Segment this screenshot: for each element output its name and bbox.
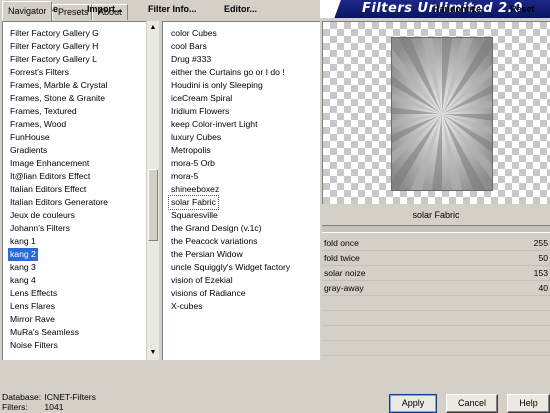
filter-item[interactable]: mora-5: [171, 170, 320, 183]
param-row-empty: [322, 326, 550, 341]
randomize-button[interactable]: Randomize: [433, 4, 481, 14]
category-item[interactable]: MuRa's Seamless: [10, 326, 159, 339]
category-item[interactable]: Frames, Marble & Crystal: [10, 79, 159, 92]
filter-list[interactable]: color Cubes cool Bars Drug #333 either the …: [162, 21, 320, 360]
param-label: fold twice: [324, 253, 360, 263]
category-item[interactable]: Gradients: [10, 144, 159, 157]
category-item[interactable]: Filter Factory Gallery L: [10, 53, 159, 66]
param-row-gray-away[interactable]: gray-away 40: [322, 281, 550, 296]
filters-key: Filters:: [2, 402, 28, 412]
scroll-thumb[interactable]: [148, 169, 158, 241]
param-row-fold-twice[interactable]: fold twice 50: [322, 251, 550, 266]
category-item[interactable]: Johann's Filters: [10, 222, 159, 235]
category-item[interactable]: Lens Effects: [10, 287, 159, 300]
param-row-empty: [322, 311, 550, 326]
category-item[interactable]: Image Enhancement: [10, 157, 159, 170]
param-label: solar noize: [324, 268, 366, 278]
filter-item[interactable]: the Peacock variations: [171, 235, 320, 248]
param-row-solar-noize[interactable]: solar noize 153: [322, 266, 550, 281]
category-item[interactable]: FunHouse: [10, 131, 159, 144]
filter-item[interactable]: Metropolis: [171, 144, 320, 157]
param-row-fold-once[interactable]: fold once 255: [322, 236, 550, 251]
filter-item[interactable]: either the Curtains go or I do !: [171, 66, 320, 79]
help-button[interactable]: Help: [507, 394, 550, 413]
category-item[interactable]: kang 3: [10, 261, 159, 274]
category-item[interactable]: Forrest's Filters: [10, 66, 159, 79]
cancel-button[interactable]: Cancel: [446, 394, 498, 413]
param-value: 50: [538, 253, 548, 263]
filter-item[interactable]: Drug #333: [171, 53, 320, 66]
category-item[interactable]: Frames, Stone & Granite: [10, 92, 159, 105]
category-item[interactable]: Filter Factory Gallery G: [10, 27, 159, 40]
editor-button[interactable]: Editor...: [224, 4, 257, 14]
param-value: 153: [533, 268, 548, 278]
filter-item[interactable]: luxury Cubes: [171, 131, 320, 144]
category-list[interactable]: Filter Factory Gallery G Filter Factory G…: [2, 21, 159, 360]
filter-item[interactable]: color Cubes: [171, 27, 320, 40]
apply-button[interactable]: Apply: [389, 394, 437, 413]
scroll-up-icon[interactable]: ▲: [147, 22, 159, 34]
preview-area: [322, 21, 550, 204]
category-item[interactable]: Noise Filters: [10, 339, 159, 352]
import-button[interactable]: Import...: [87, 4, 123, 14]
filter-item[interactable]: solar Fabric: [168, 195, 219, 210]
preview-image: [391, 37, 493, 191]
filter-info-button[interactable]: Filter Info...: [148, 4, 197, 14]
param-label: gray-away: [324, 283, 364, 293]
category-item[interactable]: Lens Flares: [10, 300, 159, 313]
filter-item[interactable]: keep Color-invert Light: [171, 118, 320, 131]
param-row-empty: [322, 341, 550, 356]
filter-item[interactable]: the Persian Widow: [171, 248, 320, 261]
filters-count: 1041: [44, 402, 64, 412]
filter-item[interactable]: mora-5 Orb: [171, 157, 320, 170]
category-item[interactable]: Italian Editors Effect: [10, 183, 159, 196]
category-scrollbar[interactable]: ▲ ▼: [146, 21, 159, 360]
filter-item[interactable]: Squaresville: [171, 209, 320, 222]
database-value: ICNET-Filters: [44, 392, 96, 402]
filter-name-label: solar Fabric: [412, 210, 460, 220]
filter-item[interactable]: X-cubes: [171, 300, 320, 313]
filter-item[interactable]: shineeboxez: [171, 183, 320, 196]
category-item[interactable]: Frames, Wood: [10, 118, 159, 131]
category-item[interactable]: Mirror Rave: [10, 313, 159, 326]
filter-item[interactable]: Iridium Flowers: [171, 105, 320, 118]
database-key: Database:: [2, 392, 42, 402]
filter-item[interactable]: uncle Squiggly's Widget factory: [171, 261, 320, 274]
filter-item[interactable]: the Grand Design (v.1c): [171, 222, 320, 235]
param-label: fold once: [324, 238, 359, 248]
category-item[interactable]: Jeux de couleurs: [10, 209, 159, 222]
tab-navigator[interactable]: Navigator: [2, 1, 52, 21]
filter-item[interactable]: cool Bars: [171, 40, 320, 53]
scroll-down-icon[interactable]: ▼: [147, 347, 159, 359]
category-item[interactable]: Filter Factory Gallery H: [10, 40, 159, 53]
filter-item[interactable]: iceCream Spiral: [171, 92, 320, 105]
category-item[interactable]: Frames, Textured: [10, 105, 159, 118]
filter-item[interactable]: Houdini is only Sleeping: [171, 79, 320, 92]
category-item[interactable]: Italian Editors Generatore: [10, 196, 159, 209]
param-value: 255: [533, 238, 548, 248]
param-row-empty: [322, 296, 550, 311]
reset-button[interactable]: Reset: [510, 4, 535, 14]
param-value: 40: [538, 283, 548, 293]
category-item[interactable]: kang 2: [8, 248, 38, 261]
category-item[interactable]: It@lian Editors Effect: [10, 170, 159, 183]
parameter-panel: fold once 255 fold twice 50 solar noize …: [322, 236, 550, 360]
category-item[interactable]: kang 4: [10, 274, 159, 287]
filter-separator: [322, 225, 550, 233]
filter-item[interactable]: visions of Radiance: [171, 287, 320, 300]
status-bar: Database: ICNET-Filters Filters: 1041: [2, 392, 152, 412]
category-item[interactable]: kang 1: [10, 235, 159, 248]
filter-item[interactable]: vision of Ezekial: [171, 274, 320, 287]
